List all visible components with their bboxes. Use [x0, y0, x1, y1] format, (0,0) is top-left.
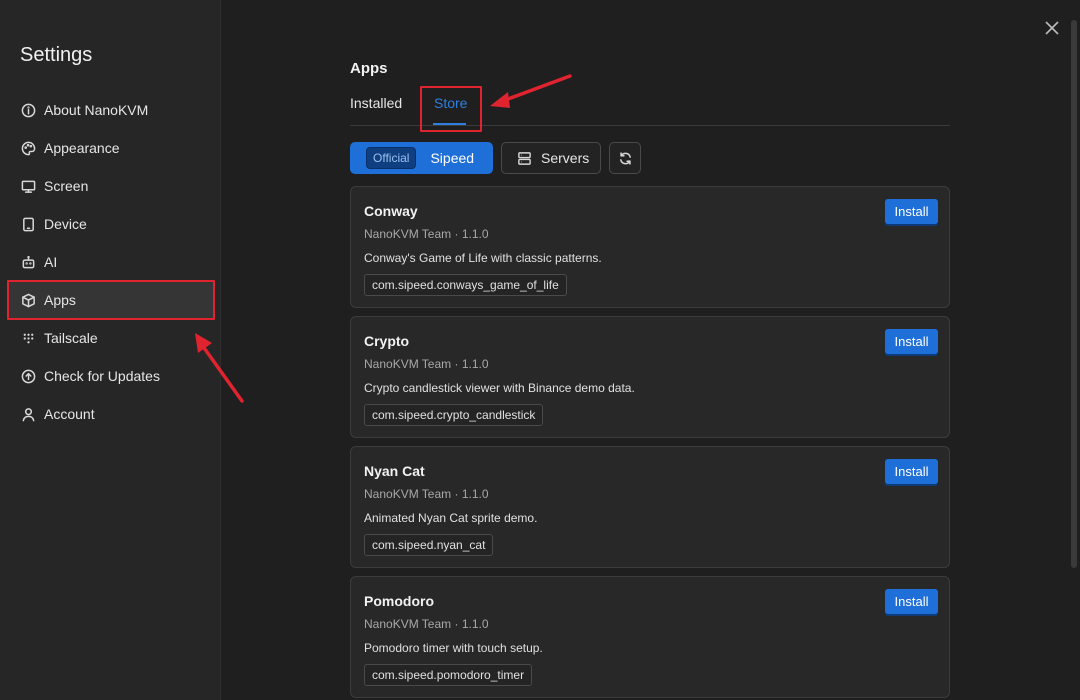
tab-bar: Installed Store [350, 88, 950, 126]
sidebar-item-appearance[interactable]: Appearance [8, 129, 214, 167]
install-button[interactable]: Install [885, 589, 938, 614]
app-name: Crypto [364, 333, 410, 349]
refresh-icon [619, 151, 631, 165]
sidebar-item-check-updates[interactable]: Check for Updates [8, 357, 214, 395]
app-description: Pomodoro timer with touch setup. [364, 641, 543, 655]
install-button[interactable]: Install [885, 199, 938, 224]
sidebar-item-apps[interactable]: Apps [8, 281, 214, 319]
sidebar-nav: About NanoKVM Appearance Screen Device A… [8, 91, 214, 433]
tab-store[interactable]: Store [434, 95, 467, 111]
app-name: Nyan Cat [364, 463, 425, 479]
device-icon [20, 216, 36, 232]
sidebar-item-screen[interactable]: Screen [8, 167, 214, 205]
app-meta: NanoKVM Team · 1.1.0 [364, 227, 489, 241]
sidebar-item-label: Account [44, 406, 95, 422]
app-id-tag: com.sipeed.crypto_candlestick [364, 404, 544, 426]
refresh-button[interactable] [609, 142, 641, 174]
tailscale-icon [20, 330, 36, 346]
tab-installed[interactable]: Installed [350, 95, 402, 111]
sidebar-item-ai[interactable]: AI [8, 243, 214, 281]
sidebar-item-device[interactable]: Device [8, 205, 214, 243]
app-card: Conway NanoKVM Team · 1.1.0 Conway's Gam… [350, 186, 950, 308]
server-icon [518, 151, 531, 165]
sidebar-item-tailscale[interactable]: Tailscale [8, 319, 214, 357]
install-button[interactable]: Install [885, 459, 938, 484]
app-id-tag: com.sipeed.nyan_cat [364, 534, 494, 556]
source-selector[interactable]: Official Sipeed [350, 142, 493, 174]
app-description: Crypto candlestick viewer with Binance d… [364, 381, 635, 395]
app-name: Conway [364, 203, 418, 219]
app-description: Animated Nyan Cat sprite demo. [364, 511, 538, 525]
sidebar-item-label: Tailscale [44, 330, 98, 346]
source-label: Sipeed [430, 150, 475, 166]
settings-sidebar: Settings About NanoKVM Appearance Screen… [0, 0, 221, 700]
servers-button[interactable]: Servers [501, 142, 601, 174]
active-tab-indicator [433, 123, 466, 125]
palette-icon [20, 140, 36, 156]
app-card: Nyan Cat NanoKVM Team · 1.1.0 Animated N… [350, 446, 950, 568]
sidebar-item-label: About NanoKVM [44, 102, 149, 118]
arrow-up-circle-icon [20, 368, 36, 384]
sidebar-title: Settings [20, 44, 93, 66]
info-icon [20, 102, 36, 118]
sidebar-item-label: Appearance [44, 140, 120, 156]
app-card: Pomodoro NanoKVM Team · 1.1.0 Pomodoro t… [350, 576, 950, 698]
servers-label: Servers [541, 150, 590, 166]
sidebar-item-label: Screen [44, 178, 89, 194]
app-list: Conway NanoKVM Team · 1.1.0 Conway's Gam… [350, 186, 950, 700]
package-icon [20, 292, 36, 308]
app-description: Conway's Game of Life with classic patte… [364, 251, 602, 265]
scrollbar[interactable] [1071, 20, 1077, 568]
app-meta: NanoKVM Team · 1.1.0 [364, 487, 489, 501]
app-id-tag: com.sipeed.pomodoro_timer [364, 664, 533, 686]
sidebar-item-label: Apps [44, 292, 76, 308]
robot-icon [20, 254, 36, 270]
sidebar-item-label: AI [44, 254, 58, 270]
install-button[interactable]: Install [885, 329, 938, 354]
sidebar-item-label: Device [44, 216, 87, 232]
app-name: Pomodoro [364, 593, 434, 609]
app-meta: NanoKVM Team · 1.1.0 [364, 357, 489, 371]
monitor-icon [20, 178, 36, 194]
page-title: Apps [350, 60, 388, 77]
official-badge: Official [366, 147, 417, 169]
user-icon [20, 406, 36, 422]
close-button[interactable] [1042, 18, 1062, 38]
app-meta: NanoKVM Team · 1.1.0 [364, 617, 489, 631]
app-card: Crypto NanoKVM Team · 1.1.0 Crypto candl… [350, 316, 950, 438]
sidebar-item-label: Check for Updates [44, 368, 160, 384]
close-icon [1045, 21, 1059, 35]
sidebar-item-about[interactable]: About NanoKVM [8, 91, 214, 129]
app-id-tag: com.sipeed.conways_game_of_life [364, 274, 567, 296]
sidebar-item-account[interactable]: Account [8, 395, 214, 433]
